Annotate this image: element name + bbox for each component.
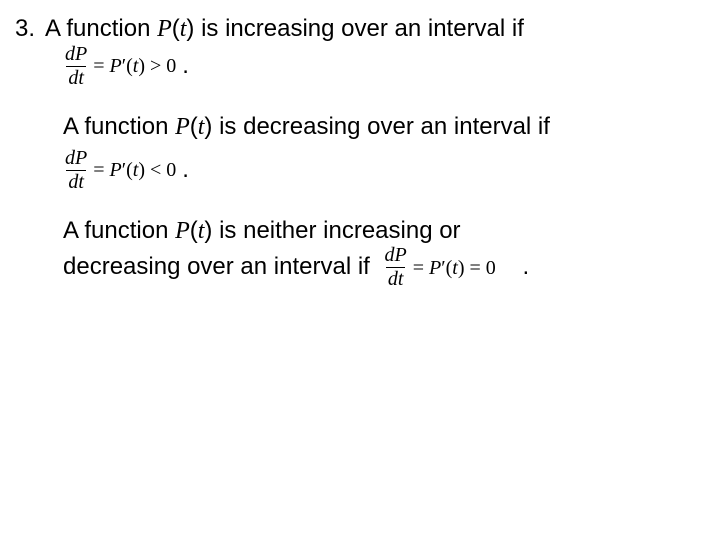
eq2-b: P — [110, 159, 122, 181]
formula-3-rhs: = P′(t) = 0 — [409, 256, 496, 280]
fraction-1: dP dt — [63, 44, 89, 89]
eq2-e: ) < 0 — [138, 159, 176, 181]
list-number: 3. — [15, 15, 45, 43]
eq1-c: ( — [126, 55, 133, 77]
eq1-e: ) > 0 — [138, 55, 176, 77]
frac3-den: dt — [386, 267, 406, 290]
frac1-num: dP — [63, 44, 89, 66]
fn-name-1: P — [157, 16, 172, 42]
formula-3: dP dt = P′(t) = 0 — [383, 245, 496, 290]
p1-text-a: A function — [45, 15, 157, 42]
frac3-num: dP — [383, 245, 409, 267]
formula-3-dot: . — [506, 253, 529, 280]
para-2: A function P(t) is decreasing over an in… — [63, 113, 703, 142]
fraction-2: dP dt — [63, 148, 89, 193]
eq3-e: ) = 0 — [458, 257, 496, 279]
list-item-row: 3. A function P(t) is increasing over an… — [15, 15, 700, 44]
fn-open-3: ( — [190, 217, 198, 244]
eq3-a: = — [413, 257, 429, 279]
p2-text-a: A function — [63, 113, 175, 140]
body-column: dP dt = P′(t) > 0 . A function P(t) is d… — [63, 44, 703, 291]
fraction-3: dP dt — [383, 245, 409, 290]
eq2-c: ( — [126, 159, 133, 181]
fn-name-3: P — [175, 218, 190, 244]
frac1-den: dt — [66, 66, 86, 89]
p2-text-b: is decreasing over an interval if — [212, 113, 550, 140]
p1-text-b: is increasing over an interval if — [194, 15, 523, 42]
formula-2-rhs: = P′(t) < 0 — [89, 159, 176, 182]
fn-open-1: ( — [172, 15, 180, 42]
para-1: A function P(t) is increasing over an in… — [45, 15, 700, 44]
p3-text-c: decreasing over an interval if — [63, 253, 377, 280]
frac2-den: dt — [66, 170, 86, 193]
formula-1-dot: . — [176, 52, 189, 80]
para-3: A function P(t) is neither increasing or… — [63, 217, 703, 291]
slide: 3. A function P(t) is increasing over an… — [0, 0, 720, 540]
eq1-b: P — [110, 55, 122, 77]
p3-text-a: A function — [63, 217, 175, 244]
formula-1: dP dt = P′(t) > 0 . — [63, 44, 703, 89]
eq3-b: P — [429, 257, 441, 279]
frac2-num: dP — [63, 148, 89, 170]
fn-open-2: ( — [190, 113, 198, 140]
eq1-a: = — [93, 55, 109, 77]
formula-1-rhs: = P′(t) > 0 — [89, 55, 176, 78]
formula-2-dot: . — [176, 156, 189, 184]
fn-name-2: P — [175, 114, 190, 140]
p3-text-b: is neither increasing or — [212, 217, 460, 244]
formula-2: dP dt = P′(t) < 0 . — [63, 148, 703, 193]
eq2-a: = — [93, 159, 109, 181]
